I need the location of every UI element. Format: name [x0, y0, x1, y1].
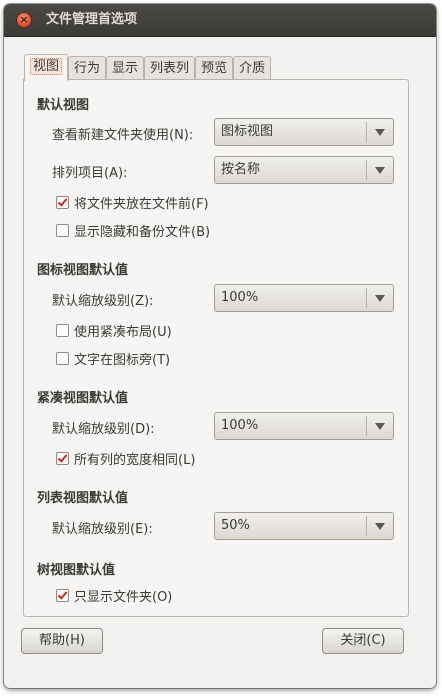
- show-hidden-label: 显示隐藏和备份文件(B): [74, 225, 211, 240]
- tab-behavior[interactable]: 行为: [68, 56, 107, 81]
- icon-view-heading: 图标视图默认值: [37, 263, 129, 278]
- compact-zoom-select[interactable]: 100%: [214, 412, 394, 440]
- show-hidden-checkbox[interactable]: [56, 224, 69, 237]
- same-width-columns-checkbox[interactable]: [56, 452, 69, 465]
- window-title: 文件管理首选项: [46, 12, 138, 27]
- dropdown-arrow-icon: [375, 167, 385, 174]
- view-panel: 默认视图 查看新建文件夹使用(N): 图标视图 排列项目(A): 按名称 将文件…: [23, 79, 409, 617]
- compact-layout-checkbox[interactable]: [56, 324, 69, 337]
- arrange-items-select[interactable]: 按名称: [214, 156, 394, 184]
- dropdown-arrow-icon: [375, 129, 385, 136]
- preferences-window: × 文件管理首选项 视图 行为 显示 列表列 预览 介质 默认视图 查看新建文件…: [4, 4, 436, 688]
- tab-list-columns[interactable]: 列表列: [144, 56, 196, 81]
- tree-view-heading: 树视图默认值: [37, 563, 116, 578]
- text-beside-icons-label: 文字在图标旁(T): [74, 353, 171, 368]
- tab-bar: 视图 行为 显示 列表列 预览 介质: [24, 54, 272, 81]
- icon-zoom-label: 默认缩放级别(Z):: [52, 294, 154, 309]
- tab-media[interactable]: 介质: [233, 56, 272, 81]
- list-view-heading: 列表视图默认值: [37, 491, 129, 506]
- compact-zoom-label: 默认缩放级别(D):: [52, 422, 155, 437]
- tab-view[interactable]: 视图: [24, 54, 69, 81]
- new-folder-view-select[interactable]: 图标视图: [214, 118, 394, 146]
- tab-display[interactable]: 显示: [106, 56, 145, 81]
- arrange-items-label: 排列项目(A):: [52, 166, 128, 181]
- compact-layout-label: 使用紧凑布局(U): [74, 325, 172, 340]
- tab-preview[interactable]: 预览: [195, 56, 234, 81]
- folders-first-checkbox[interactable]: [56, 196, 69, 209]
- dropdown-arrow-icon: [375, 523, 385, 530]
- compact-view-heading: 紧凑视图默认值: [37, 391, 129, 406]
- same-width-columns-label: 所有列的宽度相同(L): [74, 453, 196, 468]
- close-button[interactable]: 关闭(C): [322, 628, 404, 654]
- dropdown-arrow-icon: [375, 423, 385, 430]
- titlebar: × 文件管理首选项: [4, 4, 436, 37]
- folders-only-checkbox[interactable]: [56, 589, 69, 602]
- list-zoom-select[interactable]: 50%: [214, 512, 394, 540]
- close-window-icon[interactable]: ×: [16, 12, 32, 28]
- dropdown-arrow-icon: [375, 295, 385, 302]
- folders-only-label: 只显示文件夹(O): [74, 590, 173, 605]
- text-beside-icons-checkbox[interactable]: [56, 352, 69, 365]
- new-folder-view-label: 查看新建文件夹使用(N):: [52, 128, 194, 143]
- default-view-heading: 默认视图: [37, 98, 90, 113]
- list-zoom-label: 默认缩放级别(E):: [52, 522, 153, 537]
- folders-first-label: 将文件夹放在文件前(F): [74, 197, 209, 212]
- icon-zoom-select[interactable]: 100%: [214, 284, 394, 312]
- help-button[interactable]: 帮助(H): [21, 628, 103, 654]
